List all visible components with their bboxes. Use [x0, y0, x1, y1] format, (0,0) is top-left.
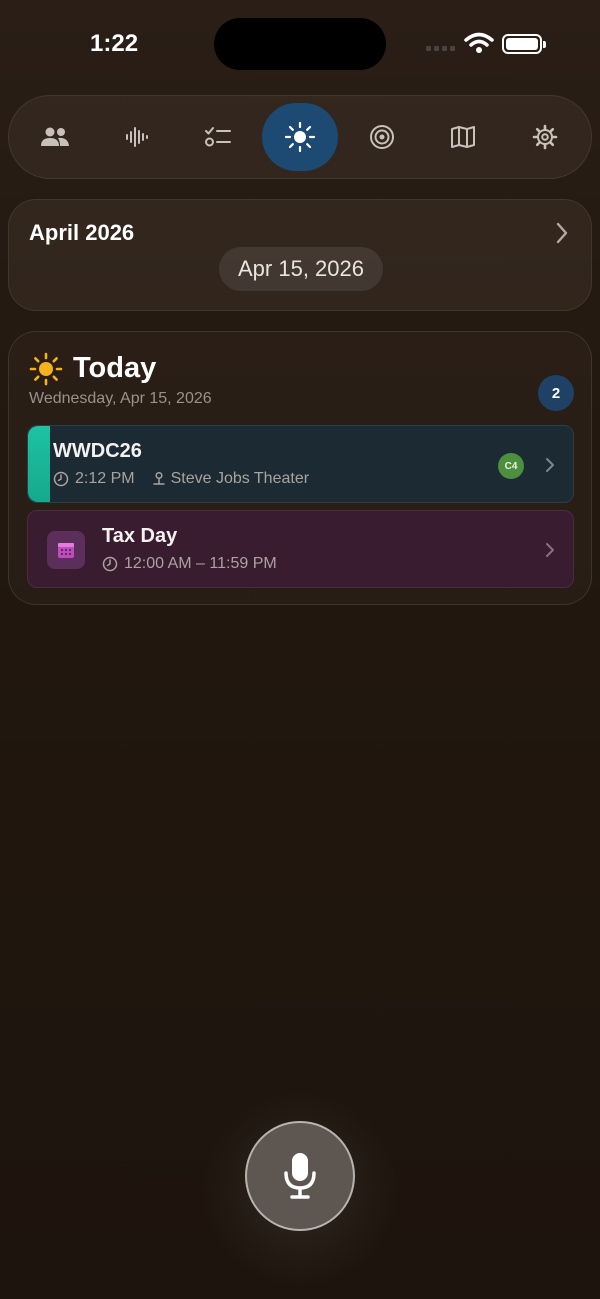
- tab-voice[interactable]: [99, 103, 175, 171]
- map-icon: [451, 126, 476, 148]
- tab-settings[interactable]: [507, 103, 583, 171]
- chevron-right-icon: [545, 457, 555, 478]
- target-icon: [369, 125, 394, 149]
- dynamic-island: [214, 18, 386, 70]
- microphone-icon: [284, 1153, 316, 1199]
- event-location: Steve Jobs Theater: [170, 470, 310, 487]
- status-bar: 1:22: [0, 0, 600, 90]
- event-row-wwdc26[interactable]: WWDC26 2:12 PM Steve Jobs Theater C4: [27, 425, 574, 503]
- today-card: Today Wednesday, Apr 15, 2026 2 WWDC26 2…: [8, 331, 592, 605]
- today-title: Today: [73, 352, 157, 384]
- wifi-icon: [464, 32, 494, 59]
- battery-icon: [502, 34, 546, 54]
- tab-goals[interactable]: [344, 103, 420, 171]
- tab-today[interactable]: [261, 103, 338, 171]
- tab-people[interactable]: [17, 103, 93, 171]
- waveform-icon: [125, 127, 148, 147]
- today-date: Wednesday, Apr 15, 2026: [29, 390, 212, 407]
- event-time: 2:12 PM: [75, 470, 135, 487]
- event-row-tax-day[interactable]: Tax Day 12:00 AM – 11:59 PM: [27, 510, 574, 588]
- chevron-right-icon[interactable]: [555, 222, 569, 249]
- microphone-button[interactable]: [245, 1121, 355, 1231]
- status-time: 1:22: [90, 30, 139, 57]
- sun-icon: [284, 121, 316, 153]
- people-icon: [41, 127, 69, 146]
- event-title: Tax Day: [102, 525, 178, 547]
- event-meta: 2:12 PM Steve Jobs Theater: [53, 470, 309, 488]
- event-time: 12:00 AM – 11:59 PM: [124, 555, 277, 572]
- clock-icon: [102, 556, 118, 572]
- month-card[interactable]: April 2026 Apr 15, 2026: [8, 199, 592, 311]
- chevron-right-icon: [545, 542, 555, 563]
- signal-icon: [426, 46, 455, 51]
- event-title: WWDC26: [53, 440, 142, 462]
- event-count-badge: 2: [538, 375, 574, 411]
- sun-icon: [29, 352, 63, 391]
- location-pin-icon: [152, 471, 165, 485]
- selected-date-pill[interactable]: Apr 15, 2026: [219, 247, 383, 291]
- tab-bar: [8, 95, 592, 179]
- tab-map[interactable]: [425, 103, 501, 171]
- event-meta: 12:00 AM – 11:59 PM: [102, 555, 277, 573]
- month-title: April 2026: [29, 220, 135, 245]
- clock-icon: [53, 471, 69, 487]
- event-color-bar: [28, 426, 50, 502]
- gear-icon: [532, 124, 558, 150]
- tab-tasks[interactable]: [180, 103, 256, 171]
- calendar-icon: [47, 531, 85, 569]
- participant-badge: C4: [498, 453, 524, 479]
- checklist-icon: [205, 127, 232, 147]
